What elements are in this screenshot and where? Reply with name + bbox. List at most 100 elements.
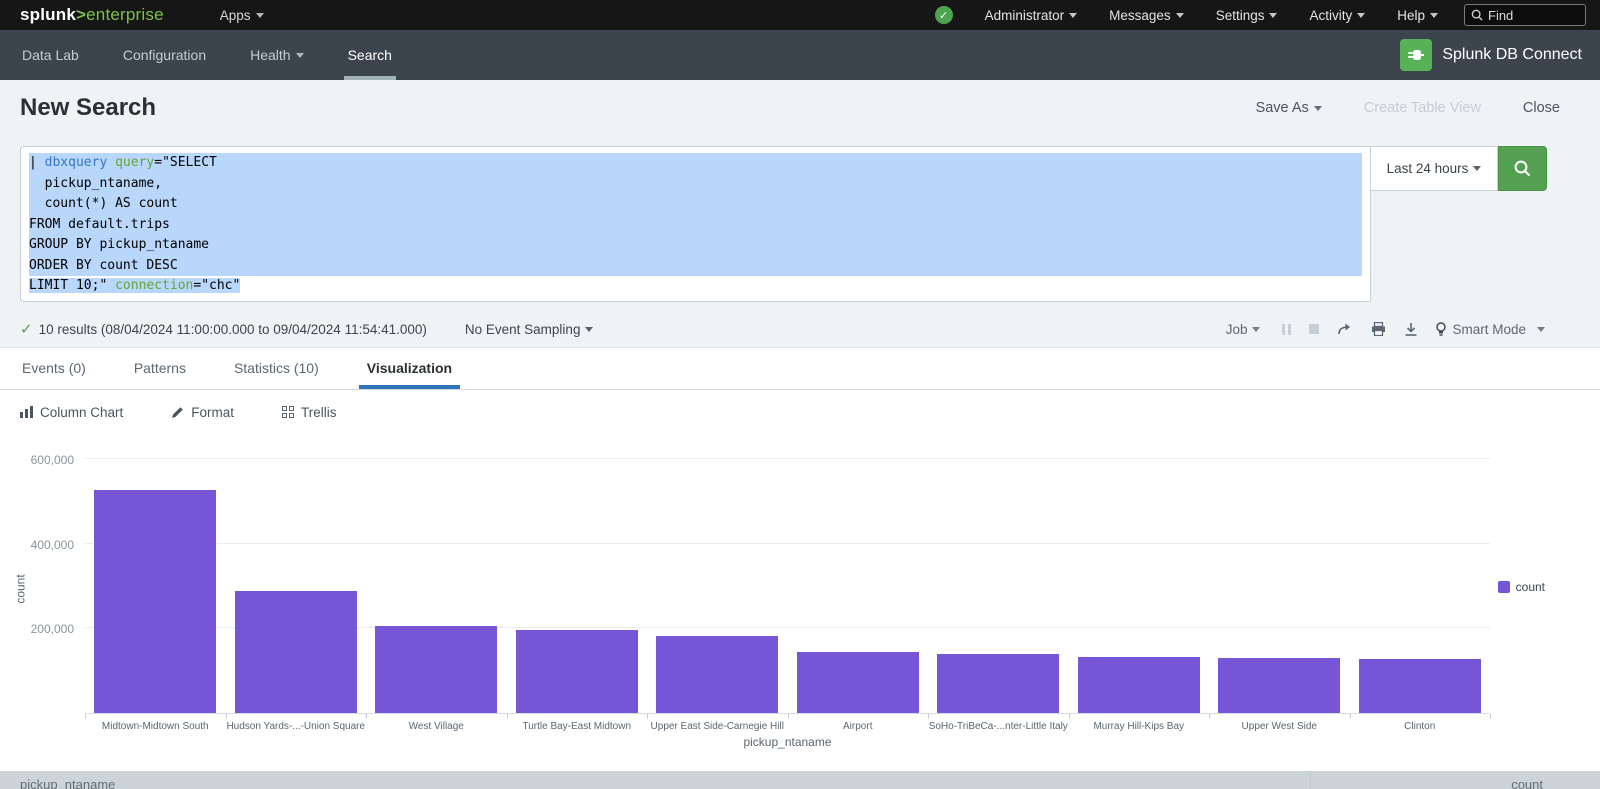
bar-5[interactable] [656, 636, 778, 713]
menu-settings[interactable]: Settings [1200, 8, 1294, 23]
x-category-label: SoHo-TriBeCa-...nter-Little Italy [928, 721, 1069, 732]
find-input[interactable] [1488, 8, 1578, 23]
page-header: New Search Save As Create Table View Clo… [0, 80, 1600, 136]
chevron-down-icon [1314, 106, 1322, 111]
trellis-icon [282, 406, 294, 418]
nav-search[interactable]: Search [326, 30, 414, 80]
page-title: New Search [20, 94, 156, 122]
chevron-down-icon [1357, 13, 1365, 18]
column-header-count[interactable]: count [1310, 771, 1600, 789]
x-category-label: Turtle Bay-East Midtown [507, 721, 648, 732]
pencil-icon [171, 406, 184, 419]
y-tick-label: 600,000 [0, 453, 74, 467]
time-range-picker[interactable]: Last 24 hours [1371, 146, 1498, 191]
apps-menu[interactable]: Apps [220, 8, 264, 23]
bar-8[interactable] [1078, 657, 1200, 713]
y-tick-label: 400,000 [0, 538, 74, 552]
tab-events[interactable]: Events (0) [20, 360, 88, 389]
tab-patterns[interactable]: Patterns [132, 360, 188, 389]
menu-help[interactable]: Help [1381, 8, 1454, 23]
column-chart-icon [20, 406, 33, 418]
legend-label: count [1516, 580, 1545, 594]
job-menu[interactable]: Job [1226, 322, 1261, 337]
x-category-label: Murray Hill-Kips Bay [1069, 721, 1210, 732]
search-button[interactable] [1498, 146, 1547, 191]
chevron-down-icon [1252, 327, 1260, 332]
app-nav-bar: Data Lab Configuration Health Search Spl… [0, 30, 1600, 80]
bar-2[interactable] [235, 591, 357, 713]
bar-9[interactable] [1218, 658, 1340, 713]
tab-statistics[interactable]: Statistics (10) [232, 360, 321, 389]
x-category-label: Clinton [1350, 721, 1491, 732]
x-category-label: Upper West Side [1209, 721, 1350, 732]
x-category-label: Hudson Yards-...-Union Square [226, 721, 367, 732]
results-bar: ✓ 10 results (08/04/2024 11:00:00.000 to… [0, 311, 1600, 348]
bar-4[interactable] [516, 630, 638, 713]
x-category-label: Upper East Side-Carnegie Hill [647, 721, 788, 732]
lightbulb-icon [1436, 322, 1446, 337]
event-sampling-menu[interactable]: No Event Sampling [465, 322, 594, 337]
bar-1[interactable] [94, 490, 216, 713]
splunk-logo[interactable]: splunk>enterprise [20, 5, 164, 25]
bar-3[interactable] [375, 626, 497, 713]
search-mode-menu[interactable]: Smart Mode [1436, 322, 1545, 337]
query-line: count(*) AS count [29, 194, 1362, 215]
query-line: | dbxquery query="SELECT [29, 153, 1362, 174]
query-line: ORDER BY count DESC [29, 256, 1362, 277]
x-category-label: Midtown-Midtown South [85, 721, 226, 732]
find-box [1464, 4, 1586, 26]
trellis-button[interactable]: Trellis [282, 405, 337, 420]
search-icon [1513, 159, 1532, 178]
chevron-down-icon [1473, 166, 1481, 171]
close-button[interactable]: Close [1523, 100, 1560, 116]
search-query-input[interactable]: | dbxquery query="SELECT pickup_ntaname,… [20, 146, 1371, 302]
results-summary: 10 results (08/04/2024 11:00:00.000 to 0… [39, 322, 427, 337]
result-tabs: Events (0) Patterns Statistics (10) Visu… [0, 348, 1600, 390]
chevron-down-icon [256, 13, 264, 18]
plot-area [85, 449, 1490, 714]
search-icon [1471, 9, 1483, 21]
x-category-label: West Village [366, 721, 507, 732]
x-axis-labels: Midtown-Midtown SouthHudson Yards-...-Un… [85, 721, 1490, 732]
health-status-icon[interactable]: ✓ [935, 6, 953, 24]
x-axis-title: pickup_ntaname [85, 735, 1490, 749]
db-connect-app-icon[interactable] [1400, 39, 1432, 71]
pause-icon[interactable] [1282, 324, 1291, 335]
query-line: LIMIT 10;" connection="chc" [29, 276, 1362, 297]
chevron-down-icon [1430, 13, 1438, 18]
visualization-controls: Column Chart Format Trellis [0, 390, 1600, 434]
y-axis-ticks: 200,000 400,000 600,000 [0, 449, 78, 714]
share-icon[interactable] [1337, 322, 1353, 336]
nav-data-lab[interactable]: Data Lab [0, 30, 101, 80]
chevron-down-icon [585, 327, 593, 332]
chart-legend[interactable]: count [1498, 580, 1545, 594]
nav-configuration[interactable]: Configuration [101, 30, 228, 80]
top-bar: splunk>enterprise Apps ✓ Administrator M… [0, 0, 1600, 30]
bar-6[interactable] [797, 652, 919, 713]
format-button[interactable]: Format [171, 405, 234, 420]
chart-type-picker[interactable]: Column Chart [20, 405, 123, 420]
menu-administrator[interactable]: Administrator [969, 8, 1094, 23]
plug-icon [1406, 45, 1426, 65]
x-axis-tickmarks [85, 714, 1490, 719]
y-tick-label: 200,000 [0, 622, 74, 636]
save-as-button[interactable]: Save As [1256, 100, 1322, 116]
chevron-down-icon [1176, 13, 1184, 18]
menu-activity[interactable]: Activity [1293, 8, 1381, 23]
query-line: pickup_ntaname, [29, 174, 1362, 195]
create-table-view-button[interactable]: Create Table View [1364, 100, 1481, 116]
chevron-down-icon [1269, 13, 1277, 18]
app-title: Splunk DB Connect [1442, 46, 1582, 64]
column-header-pickup-ntaname[interactable]: pickup_ntaname [20, 777, 115, 789]
tab-visualization[interactable]: Visualization [365, 360, 454, 389]
nav-health[interactable]: Health [228, 30, 325, 80]
chevron-down-icon [1537, 327, 1545, 332]
export-icon[interactable] [1404, 322, 1418, 337]
stop-icon[interactable] [1309, 324, 1319, 334]
bar-7[interactable] [937, 654, 1059, 713]
print-icon[interactable] [1371, 322, 1386, 336]
menu-messages[interactable]: Messages [1093, 8, 1200, 23]
bar-10[interactable] [1359, 659, 1481, 713]
x-category-label: Airport [788, 721, 929, 732]
chevron-down-icon [296, 53, 304, 58]
